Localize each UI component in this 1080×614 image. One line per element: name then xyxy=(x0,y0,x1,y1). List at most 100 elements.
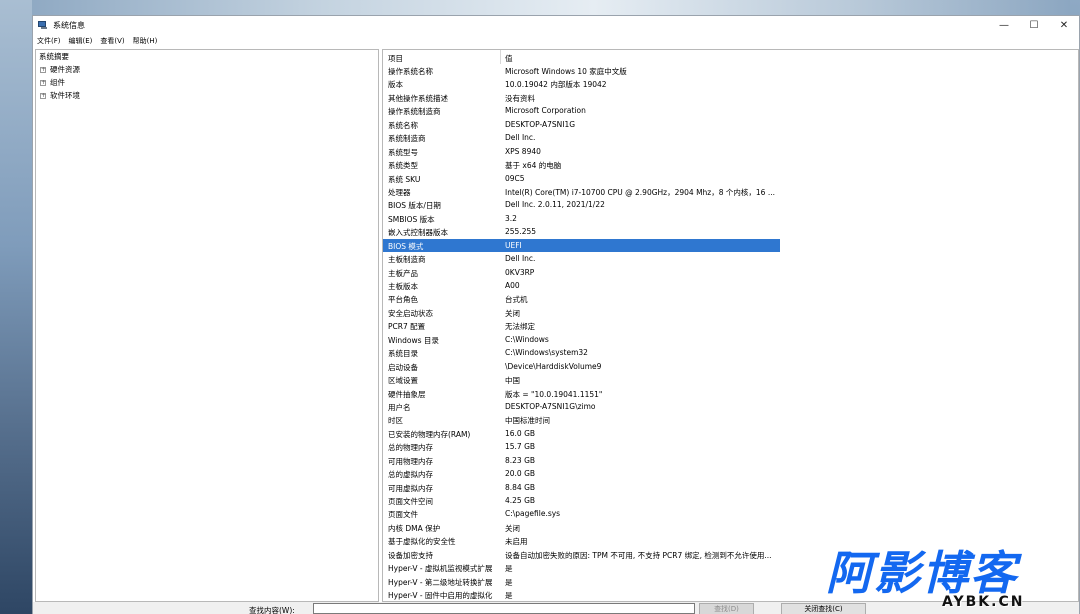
column-header-item[interactable]: 项目 xyxy=(388,53,403,64)
expand-plus-icon[interactable]: + xyxy=(40,79,46,86)
row-item: 总的虚拟内存 xyxy=(388,470,433,480)
tree-item-label: 硬件资源 xyxy=(50,65,80,74)
table-row[interactable]: Hyper-V - 虚拟机监视模式扩展 是 xyxy=(383,561,780,574)
expand-plus-icon[interactable]: + xyxy=(40,66,46,73)
table-row[interactable]: 安全启动状态 关闭 xyxy=(383,306,780,319)
table-row[interactable]: 系统名称 DESKTOP-A7SNI1G xyxy=(383,118,780,131)
window-controls: — ☐ ✕ xyxy=(989,16,1079,34)
table-row[interactable]: PCR7 配置 无法绑定 xyxy=(383,319,780,332)
tree-item-components[interactable]: + 组件 xyxy=(40,77,65,88)
table-row[interactable]: 处理器 Intel(R) Core(TM) i7-10700 CPU @ 2.90… xyxy=(383,185,780,198)
table-row[interactable]: 总的虚拟内存 20.0 GB xyxy=(383,467,780,480)
table-row[interactable]: 平台角色 台式机 xyxy=(383,292,780,305)
menu-help[interactable]: 帮助(H) xyxy=(129,36,162,46)
row-value: 是 xyxy=(505,564,513,574)
table-row[interactable]: 版本 10.0.19042 内部版本 19042 xyxy=(383,77,780,90)
minimize-button[interactable]: — xyxy=(989,16,1019,34)
table-row[interactable]: 主板版本 A00 xyxy=(383,279,780,292)
column-header: 项目 值 xyxy=(383,50,1078,64)
desktop-wallpaper-top xyxy=(0,0,1080,16)
row-value: 09C5 xyxy=(505,173,525,183)
column-header-value[interactable]: 值 xyxy=(505,53,513,64)
row-item: 嵌入式控制器版本 xyxy=(388,228,448,238)
row-item: 系统制造商 xyxy=(388,134,426,144)
table-row[interactable]: 页面文件 C:\pagefile.sys xyxy=(383,507,780,520)
row-value: UEFI xyxy=(505,240,522,250)
tree-item-label: 组件 xyxy=(50,78,65,87)
tree-item-system-summary[interactable]: 系统摘要 xyxy=(39,51,69,62)
row-item: Hyper-V - 虚拟机监视模式扩展 xyxy=(388,564,493,574)
table-row[interactable]: 总的物理内存 15.7 GB xyxy=(383,440,780,453)
table-row[interactable]: 可用虚拟内存 8.84 GB xyxy=(383,481,780,494)
row-value: 基于 x64 的电脑 xyxy=(505,161,562,171)
table-row[interactable]: 区域设置 中国 xyxy=(383,373,780,386)
row-value: 20.0 GB xyxy=(505,469,536,479)
row-value: 8.23 GB xyxy=(505,455,536,465)
table-row[interactable]: 基于虚拟化的安全性 未启用 xyxy=(383,534,780,547)
row-value: 3.2 xyxy=(505,213,517,223)
table-row[interactable]: 操作系统制造商 Microsoft Corporation xyxy=(383,104,780,117)
tree-item-software-environment[interactable]: + 软件环境 xyxy=(40,90,80,101)
table-row[interactable]: 时区 中国标准时间 xyxy=(383,413,780,426)
row-item: 安全启动状态 xyxy=(388,308,433,318)
row-value: C:\Windows\system32 xyxy=(505,348,588,358)
watermark-text: 阿影博客 xyxy=(826,546,1018,600)
row-value: 16.0 GB xyxy=(505,428,536,438)
row-item: 启动设备 xyxy=(388,362,418,372)
table-row[interactable]: 系统类型 基于 x64 的电脑 xyxy=(383,158,780,171)
maximize-button[interactable]: ☐ xyxy=(1019,16,1049,34)
column-divider[interactable] xyxy=(500,50,501,64)
table-row[interactable]: 系统制造商 Dell Inc. xyxy=(383,131,780,144)
row-item: 主板产品 xyxy=(388,268,418,278)
row-value: DESKTOP-A7SNI1G xyxy=(505,119,576,129)
table-row[interactable]: 嵌入式控制器版本 255.255 xyxy=(383,225,780,238)
table-row[interactable]: 可用物理内存 8.23 GB xyxy=(383,454,780,467)
table-row[interactable]: 设备加密支持 设备自动加密失败的原因: TPM 不可用, 不支持 PCR7 绑定,… xyxy=(383,548,780,561)
close-button[interactable]: ✕ xyxy=(1049,16,1079,34)
row-item: BIOS 模式 xyxy=(388,241,424,251)
menu-edit[interactable]: 编辑(E) xyxy=(65,36,97,46)
row-item: 区域设置 xyxy=(388,376,418,386)
row-item: 主板版本 xyxy=(388,282,418,291)
row-item: 设备加密支持 xyxy=(388,550,433,560)
title-bar[interactable]: 系统信息 — ☐ ✕ xyxy=(33,16,1079,34)
table-row[interactable]: 主板产品 0KV3RP xyxy=(383,266,780,279)
table-row[interactable]: BIOS 版本/日期 Dell Inc. 2.0.11, 2021/1/22 xyxy=(383,198,780,211)
table-row[interactable]: Hyper-V - 固件中启用的虚拟化 是 xyxy=(383,588,780,601)
table-row[interactable]: Windows 目录 C:\Windows xyxy=(383,333,780,346)
table-row[interactable]: SMBIOS 版本 3.2 xyxy=(383,212,780,225)
expand-plus-icon[interactable]: + xyxy=(40,92,46,99)
table-row[interactable]: 操作系统名称 Microsoft Windows 10 家庭中文版 xyxy=(383,64,780,77)
row-value: Intel(R) Core(TM) i7-10700 CPU @ 2.90GHz… xyxy=(505,187,775,197)
table-row[interactable]: 系统 SKU 09C5 xyxy=(383,172,780,185)
table-row[interactable]: 系统型号 XPS 8940 xyxy=(383,145,780,158)
system-info-icon xyxy=(38,20,48,30)
row-value: 255.255 xyxy=(505,227,537,237)
table-row[interactable]: 其他操作系统描述 没有资料 xyxy=(383,91,780,104)
menu-view[interactable]: 查看(V) xyxy=(96,36,128,46)
window-title: 系统信息 xyxy=(53,20,85,30)
row-item: 操作系统名称 xyxy=(388,67,433,76)
table-row[interactable]: 内核 DMA 保护 关闭 xyxy=(383,521,780,534)
row-value: 台式机 xyxy=(505,295,528,305)
row-value: DESKTOP-A7SNI1G\zimo xyxy=(505,401,596,411)
row-item: SMBIOS 版本 xyxy=(388,214,435,224)
table-row[interactable]: 已安装的物理内存(RAM) 16.0 GB xyxy=(383,427,780,440)
table-row[interactable]: 系统目录 C:\Windows\system32 xyxy=(383,346,780,359)
row-value: Microsoft Corporation xyxy=(505,106,586,116)
row-item: Hyper-V - 固件中启用的虚拟化 xyxy=(388,591,493,601)
find-input[interactable] xyxy=(313,603,695,614)
table-row[interactable]: 主板制造商 Dell Inc. xyxy=(383,252,780,265)
table-row[interactable]: 页面文件空间 4.25 GB xyxy=(383,494,780,507)
table-row[interactable]: Hyper-V - 第二级地址转换扩展 是 xyxy=(383,575,780,588)
row-value: \Device\HarddiskVolume9 xyxy=(505,361,602,371)
row-value: 8.84 GB xyxy=(505,482,536,492)
table-row[interactable]: 用户名 DESKTOP-A7SNI1G\zimo xyxy=(383,400,780,413)
find-button[interactable]: 查找(D) xyxy=(699,603,754,614)
menu-file[interactable]: 文件(F) xyxy=(33,36,65,46)
table-row[interactable]: 启动设备 \Device\HarddiskVolume9 xyxy=(383,360,780,373)
table-row[interactable]: BIOS 模式 UEFI xyxy=(383,238,780,253)
row-item: 时区 xyxy=(388,416,403,426)
table-row[interactable]: 硬件抽象层 版本 = "10.0.19041.1151" xyxy=(383,387,780,400)
tree-item-hardware-resources[interactable]: + 硬件资源 xyxy=(40,64,80,75)
